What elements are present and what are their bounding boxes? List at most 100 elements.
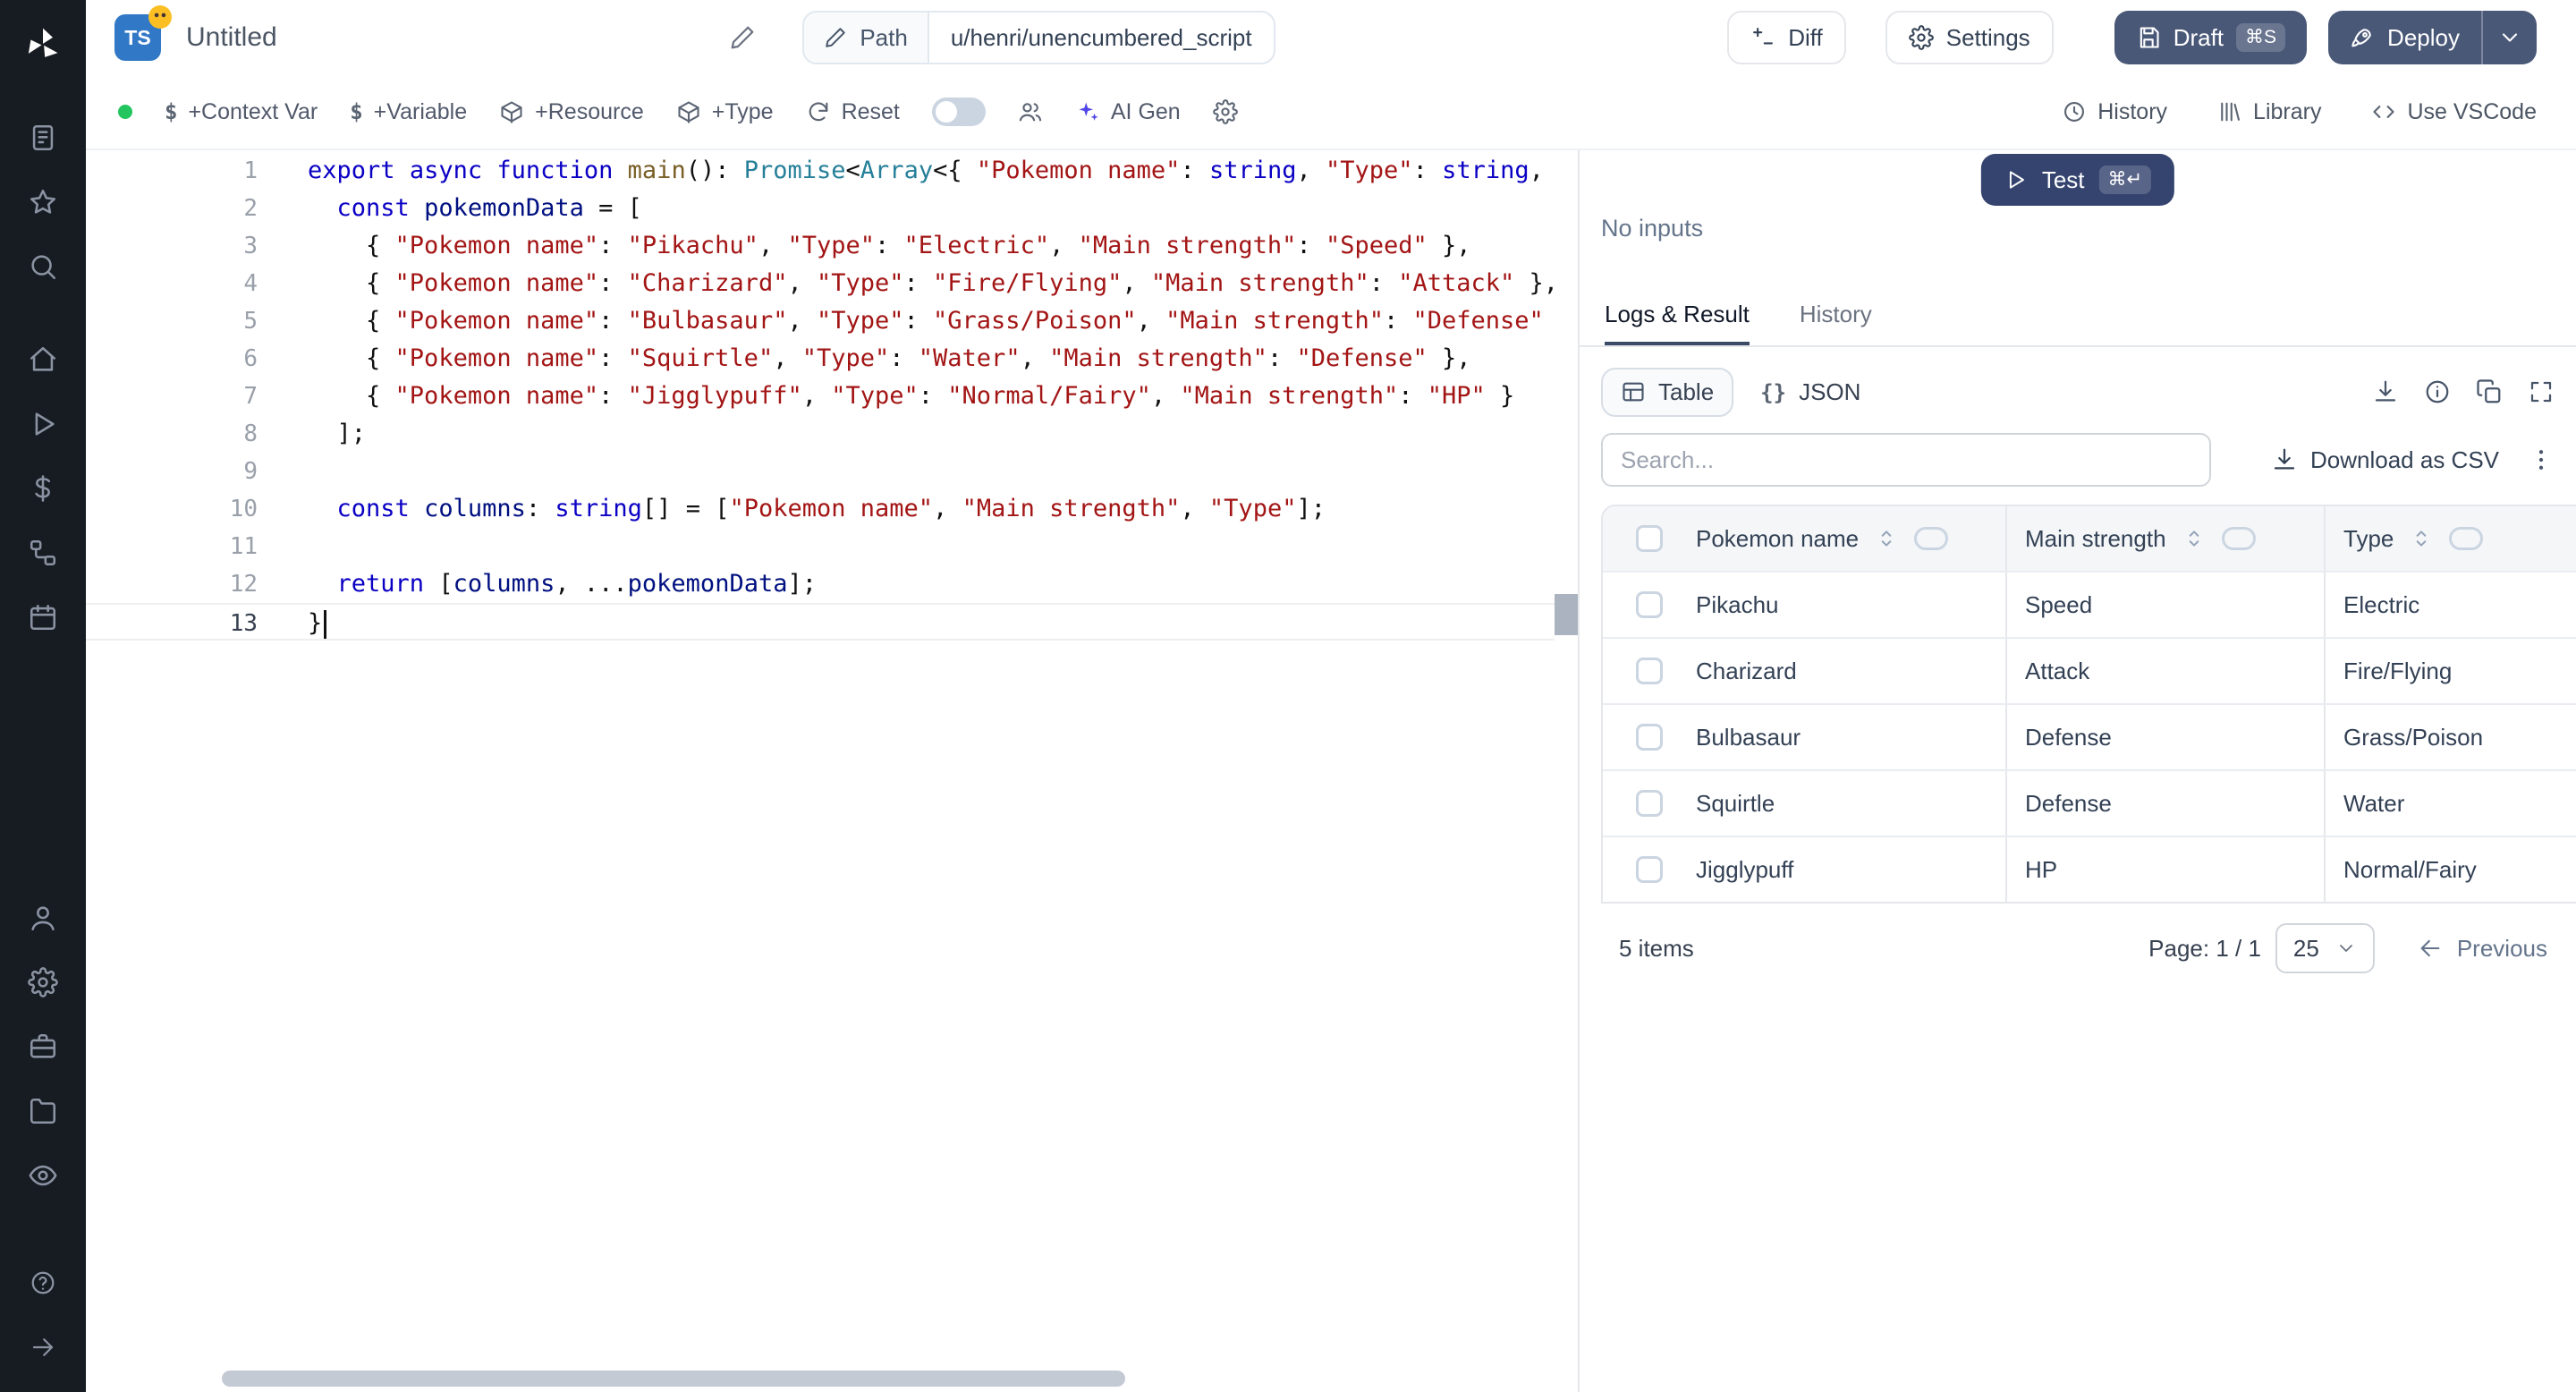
tab-history[interactable]: History (1800, 286, 1872, 345)
page-indicator: Page: 1 / 1 (2148, 934, 2261, 962)
arrow-right-icon[interactable] (0, 1320, 86, 1374)
edit-summary-icon[interactable] (729, 24, 756, 51)
test-button[interactable]: Test ⌘↵ (1980, 154, 2175, 206)
download-icon[interactable] (2372, 378, 2399, 405)
table-row[interactable]: Bulbasaur Defense Grass/Poison (1603, 703, 2576, 769)
row-checkbox[interactable] (1636, 658, 1663, 684)
sort-icon[interactable] (1875, 527, 1898, 550)
eye-icon[interactable] (0, 1149, 86, 1202)
windmill-logo-icon[interactable] (0, 18, 86, 72)
table-cell: Grass/Poison (2343, 723, 2484, 751)
table-row[interactable]: Pikachu Speed Electric (1603, 571, 2576, 637)
editor-horizontal-scrollbar[interactable] (222, 1371, 1125, 1387)
library-button[interactable]: Library (2217, 99, 2321, 125)
code-line[interactable]: 4 { "Pokemon name": "Charizard", "Type":… (86, 265, 1555, 302)
code-line[interactable]: 6 { "Pokemon name": "Squirtle", "Type": … (86, 340, 1555, 378)
editor-scrollbar-thumb[interactable] (1555, 594, 1578, 635)
code-editor[interactable]: 1 export async function main(): Promise<A… (86, 150, 1578, 1392)
code-line[interactable]: 7 { "Pokemon name": "Jigglypuff", "Type"… (86, 378, 1555, 415)
help-icon[interactable] (0, 1256, 86, 1310)
history-label: History (2097, 98, 2168, 124)
column-toggle[interactable] (1914, 527, 1949, 550)
search-input[interactable] (1601, 433, 2211, 487)
sidebar-group-nav (0, 333, 86, 644)
tab-logs-result[interactable]: Logs & Result (1605, 286, 1750, 345)
row-checkbox[interactable] (1636, 856, 1663, 883)
sidebar-group-admin (0, 891, 86, 1202)
grid-icon[interactable] (0, 111, 86, 165)
reset-button[interactable]: Reset (806, 99, 900, 125)
gear-icon[interactable] (0, 955, 86, 1009)
table-cell: Electric (2343, 590, 2420, 618)
row-checkbox[interactable] (1636, 790, 1663, 817)
view-toggle-json[interactable]: {} JSON (1741, 368, 1880, 417)
row-checkbox[interactable] (1636, 591, 1663, 618)
folder-icon[interactable] (0, 1084, 86, 1138)
table-row[interactable]: Squirtle Defense Water (1603, 769, 2576, 836)
add-resource-button[interactable]: +Resource (499, 99, 644, 125)
calendar-icon[interactable] (0, 590, 86, 644)
table-cell: Normal/Fairy (2343, 855, 2477, 883)
table-row[interactable]: Charizard Attack Fire/Flying (1603, 637, 2576, 703)
code-line[interactable]: 3 { "Pokemon name": "Pikachu", "Type": "… (86, 227, 1555, 265)
table-row[interactable]: Jigglypuff HP Normal/Fairy (1603, 836, 2576, 902)
more-options-icon[interactable] (2528, 446, 2555, 473)
sort-icon[interactable] (2182, 527, 2206, 550)
copy-icon[interactable] (2476, 378, 2503, 405)
view-toggle-table[interactable]: Table (1601, 367, 1734, 417)
collaborators-button[interactable] (1018, 99, 1043, 124)
add-type-button[interactable]: +Type (676, 99, 774, 125)
star-icon[interactable] (0, 175, 86, 229)
column-toggle[interactable] (2221, 527, 2256, 550)
play-icon[interactable] (0, 397, 86, 451)
ai-gen-button[interactable]: AI Gen (1075, 99, 1181, 125)
code-line[interactable]: 12 return [columns, ...pokemonData]; (86, 565, 1555, 603)
dollar-icon: $ (165, 99, 178, 124)
row-checkbox[interactable] (1636, 724, 1663, 751)
worker-icon[interactable] (0, 1020, 86, 1074)
assistant-toggle[interactable] (931, 98, 986, 126)
code-line[interactable]: 10 const columns: string[] = ["Pokemon n… (86, 490, 1555, 528)
code-line[interactable]: 1 export async function main(): Promise<A… (86, 152, 1555, 190)
column-toggle[interactable] (2449, 527, 2484, 550)
code-line[interactable]: 8 ]; (86, 415, 1555, 453)
history-button[interactable]: History (2062, 99, 2167, 125)
search-icon[interactable] (0, 240, 86, 293)
home-icon[interactable] (0, 333, 86, 386)
code-line[interactable]: 2 const pokemonData = [ (86, 190, 1555, 227)
code-text: { "Pokemon name": "Bulbasaur", "Type": "… (308, 307, 1544, 335)
dollar-icon[interactable] (0, 462, 86, 515)
code-line[interactable]: 13} (86, 603, 1555, 641)
previous-page-button[interactable]: Previous (2418, 935, 2547, 963)
script-title[interactable]: Untitled (186, 22, 277, 53)
path-selector[interactable]: Path u/henri/unencumbered_script (802, 11, 1275, 64)
expand-icon[interactable] (2528, 378, 2555, 405)
flow-icon[interactable] (0, 526, 86, 580)
deploy-button[interactable]: Deploy (2328, 11, 2481, 64)
page-size-select[interactable]: 25 (2275, 923, 2375, 973)
user-icon[interactable] (0, 891, 86, 945)
add-context-var-button[interactable]: $ +Context Var (165, 99, 318, 125)
use-vscode-button[interactable]: Use VSCode (2371, 99, 2537, 125)
line-number: 2 (243, 195, 258, 222)
diff-button[interactable]: Diff (1727, 11, 1846, 64)
code-line[interactable]: 11 (86, 528, 1555, 565)
download-csv-button[interactable]: Download as CSV (2271, 446, 2499, 474)
emoji-badge-icon (148, 5, 172, 29)
draft-button[interactable]: Draft ⌘S (2114, 11, 2308, 64)
select-all-checkbox[interactable] (1636, 525, 1663, 552)
sort-icon[interactable] (2410, 527, 2433, 550)
settings-button[interactable]: Settings (1885, 11, 2054, 64)
preview-header: Test ⌘↵ No inputs (1580, 150, 2576, 286)
code-text: { "Pokemon name": "Pikachu", "Type": "El… (308, 232, 1471, 259)
editor-settings-button[interactable] (1212, 99, 1238, 124)
info-icon[interactable] (2424, 378, 2451, 405)
deploy-dropdown-button[interactable] (2480, 11, 2537, 64)
app-window: TS Untitled Path u/henri/unencumbered_sc… (0, 0, 2576, 1392)
add-variable-button[interactable]: $ +Variable (350, 99, 467, 125)
code-line[interactable]: 9 (86, 453, 1555, 490)
column-header: Main strength (2007, 506, 2326, 571)
add-variable-label: +Variable (373, 98, 468, 124)
code-line[interactable]: 5 { "Pokemon name": "Bulbasaur", "Type":… (86, 302, 1555, 340)
code-text: { "Pokemon name": "Charizard", "Type": "… (308, 269, 1555, 297)
